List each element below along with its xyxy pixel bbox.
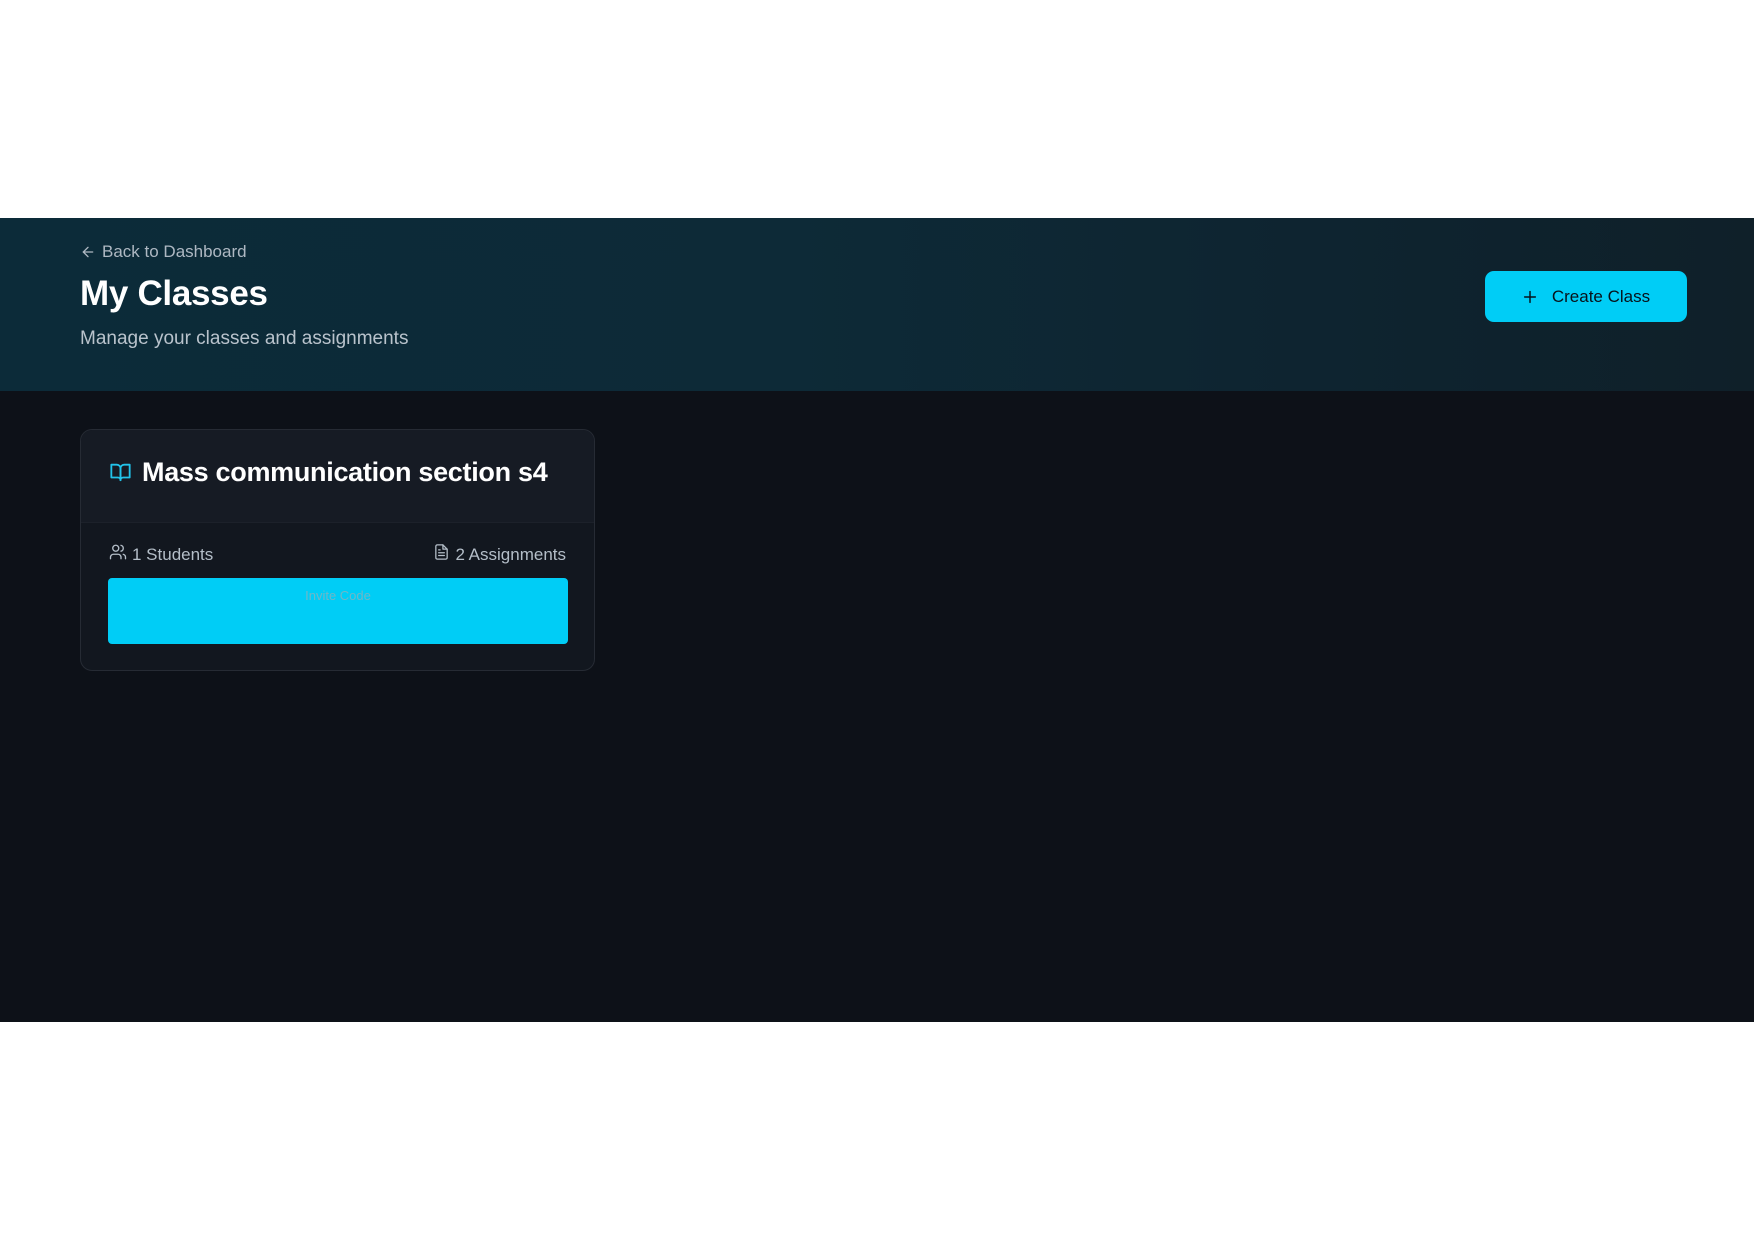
page-subtitle: Manage your classes and assignments [80, 328, 409, 349]
users-icon [109, 543, 127, 566]
create-class-button[interactable]: Create Class [1485, 271, 1687, 322]
assignments-label: 2 Assignments [455, 544, 566, 564]
file-text-icon [433, 543, 450, 566]
app-screen: Back to Dashboard My Classes Manage your… [0, 218, 1754, 1022]
invite-code-button[interactable]: Invite Code [108, 578, 568, 644]
assignments-count: 2 Assignments [433, 543, 566, 566]
class-card-header: Mass communication section s4 [81, 430, 594, 523]
book-open-icon [108, 461, 133, 488]
invite-code-label: Invite Code [305, 588, 371, 603]
class-name: Mass communication section s4 [142, 457, 548, 487]
students-label: 1 Students [132, 544, 214, 564]
page-header: Back to Dashboard My Classes Manage your… [0, 218, 1754, 391]
class-card[interactable]: Mass communication section s4 1 Students [80, 429, 595, 671]
back-to-dashboard-link[interactable]: Back to Dashboard [80, 242, 247, 262]
back-link-label: Back to Dashboard [102, 242, 247, 261]
plus-icon [1522, 289, 1538, 305]
arrow-left-icon [80, 244, 96, 260]
students-count: 1 Students [109, 543, 213, 566]
page-title: My Classes [80, 274, 268, 313]
create-class-label: Create Class [1551, 286, 1651, 306]
